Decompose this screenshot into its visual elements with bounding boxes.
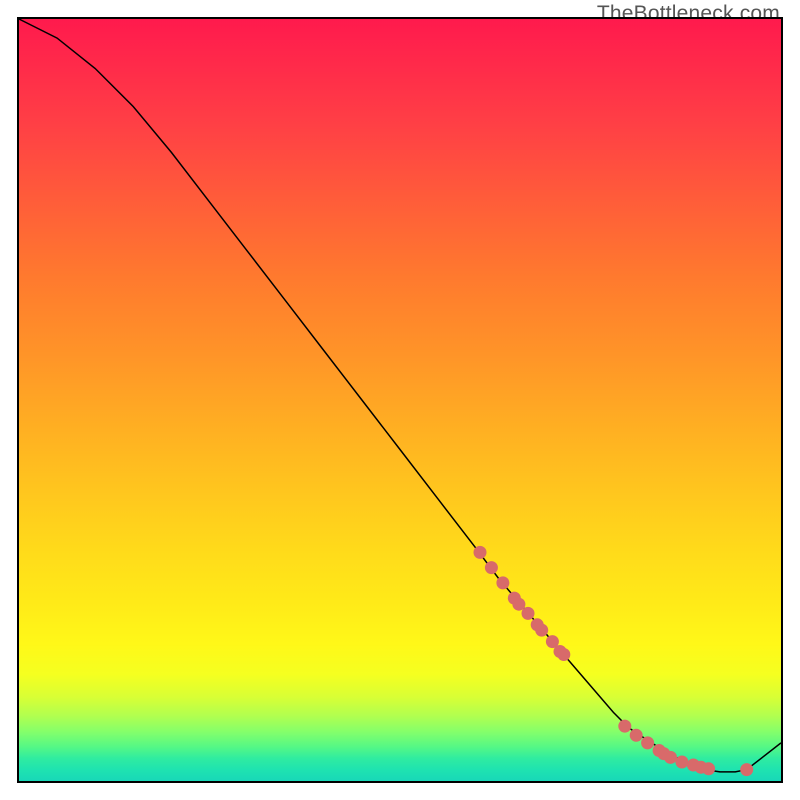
data-marker — [664, 751, 677, 764]
data-marker — [740, 763, 753, 776]
data-marker — [512, 598, 525, 611]
data-marker — [485, 561, 498, 574]
marker-group — [474, 546, 754, 776]
plot-area — [17, 17, 783, 783]
data-marker — [557, 648, 570, 661]
chart-svg — [19, 19, 781, 781]
chart-container: TheBottleneck.com — [0, 0, 800, 800]
data-marker — [675, 756, 688, 769]
bottleneck-curve — [19, 19, 781, 772]
data-marker — [522, 607, 535, 620]
data-marker — [474, 546, 487, 559]
data-marker — [641, 736, 654, 749]
data-marker — [618, 720, 631, 733]
data-marker — [535, 624, 548, 637]
data-marker — [702, 762, 715, 775]
data-marker — [496, 576, 509, 589]
data-marker — [630, 729, 643, 742]
